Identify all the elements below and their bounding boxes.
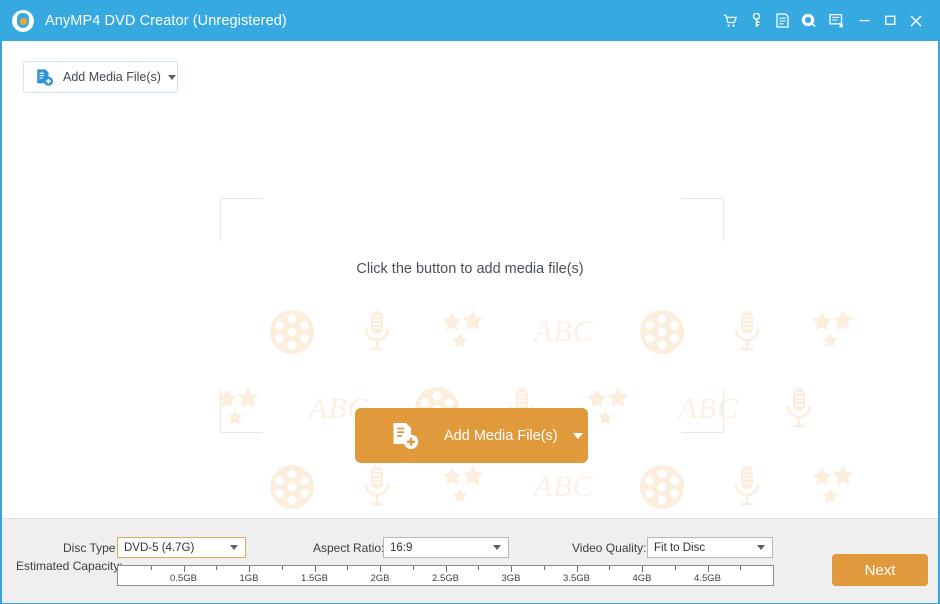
ruler-tick-label: 2.5GB [432,573,459,584]
estimated-capacity-label: Estimated Capacity: [16,559,123,573]
watermark-abc-text: ABC [534,470,594,503]
disc-type-value: DVD-5 (4.7G) [124,541,195,554]
disc-type-select[interactable]: DVD-5 (4.7G) [117,537,246,558]
chevron-down-icon[interactable] [230,545,238,550]
corner-bracket-bottom-left [220,390,263,433]
ruler-tick-label: 3.5GB [563,573,590,584]
app-window: AnyMP4 DVD Creator (Unregistered) Add Me… [0,0,940,604]
corner-bracket-bottom-right [681,390,724,433]
minimize-icon[interactable] [851,0,877,41]
aspect-ratio-label: Aspect Ratio: [313,541,385,555]
window-title: AnyMP4 DVD Creator (Unregistered) [45,12,287,29]
cart-icon[interactable] [717,0,743,41]
add-file-icon [35,68,54,87]
ruler-tick-label: 0.5GB [170,573,197,584]
video-quality-label: Video Quality: [572,541,647,555]
ruler-minor-tick [674,566,676,570]
bottom-panel: Disc Type DVD-5 (4.7G) Aspect Ratio: 16:… [2,518,938,603]
help-icon[interactable] [795,0,821,41]
drop-hint-text: Click the button to add media file(s) [356,261,584,277]
ruler-minor-tick [216,566,218,570]
ruler-minor-tick [740,566,742,570]
film-reel-icon [639,465,684,509]
microphone-icon [734,311,759,351]
aspect-ratio-value: 16:9 [390,541,413,554]
ruler-major-tick [576,566,578,572]
title-bar-controls [717,0,940,41]
stars-icon [442,465,484,503]
ruler-minor-tick [150,566,152,570]
add-media-files-primary-button[interactable]: Add Media File(s) [355,408,588,463]
microphone-icon [734,466,759,506]
ruler-major-tick [642,566,643,572]
microphone-icon [787,388,812,428]
add-file-icon [390,421,420,451]
toolbar: Add Media File(s) [2,41,938,112]
add-media-files-button[interactable]: Add Media File(s) [23,61,178,93]
maximize-icon[interactable] [877,0,903,41]
anymp4-logo-icon [12,9,34,32]
microphone-icon [364,466,390,506]
document-icon[interactable] [769,0,795,41]
stars-icon [812,465,854,503]
ruler-minor-tick [543,566,545,570]
video-quality-select[interactable]: Fit to Disc [647,537,773,558]
ruler-major-tick [183,566,185,572]
chevron-down-icon[interactable] [167,74,176,80]
ruler-major-tick [249,566,250,572]
ruler-major-tick [314,566,316,572]
corner-bracket-top-right [681,198,724,241]
chevron-down-icon[interactable] [757,545,765,550]
film-reel-icon [270,465,314,509]
ruler-minor-tick [281,566,283,570]
add-media-files-label: Add Media File(s) [63,70,161,84]
main-stage: ABC ABC ABC ABC Click the button to add … [2,112,938,518]
video-quality-value: Fit to Disc [654,541,706,554]
ruler-major-tick [380,566,381,572]
drop-zone[interactable] [220,198,724,433]
chevron-down-icon[interactable] [493,545,501,550]
ruler-major-tick [445,566,447,572]
ruler-tick-label: 2GB [370,573,390,584]
ruler-tick-label: 1GB [239,573,259,584]
ruler-tick-label: 4.5GB [694,573,721,584]
aspect-ratio-select[interactable]: 16:9 [383,537,509,558]
settings-row: Disc Type DVD-5 (4.7G) Aspect Ratio: 16:… [2,519,938,565]
feedback-icon[interactable] [821,0,851,41]
chevron-down-icon[interactable] [572,432,583,439]
disc-type-label: Disc Type [63,541,116,555]
ruler-tick-label: 3GB [501,573,521,584]
corner-bracket-top-left [220,198,263,241]
stars-icon [812,310,854,348]
next-button[interactable]: Next [832,554,928,586]
key-icon[interactable] [743,0,769,41]
title-bar: AnyMP4 DVD Creator (Unregistered) [0,0,940,41]
ruler-minor-tick [347,566,349,570]
ruler-major-tick [707,566,709,572]
ruler-minor-tick [478,566,480,570]
ruler-minor-tick [609,566,611,570]
add-media-files-primary-label: Add Media File(s) [444,427,558,444]
close-icon[interactable] [903,0,929,41]
estimated-capacity-ruler: 0.5GB 1GB 1.5GB 2GB 2.5GB 3GB 3.5GB 4GB 4.5GB [117,565,774,586]
ruler-tick-label: 4GB [632,573,652,584]
ruler-major-tick [511,566,512,572]
ruler-tick-label: 1.5GB [301,573,328,584]
ruler-minor-tick [412,566,414,570]
